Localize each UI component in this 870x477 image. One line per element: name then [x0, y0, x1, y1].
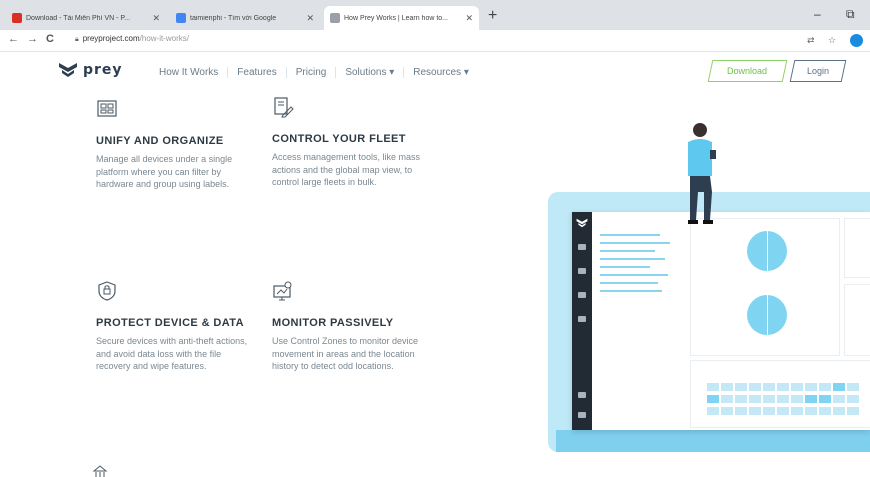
browser-tab-2[interactable]: taimienphi - Tìm với Google ✕: [170, 6, 320, 30]
url-field[interactable]: 🔒︎ preyproject.com/how-it-works/: [75, 34, 189, 44]
dashboard-charts-panel: [690, 218, 840, 356]
nav-features[interactable]: Features: [227, 67, 285, 78]
login-label: Login: [806, 66, 830, 76]
dashboard-side-panel: [844, 284, 870, 356]
shield-lock-icon: [98, 281, 116, 301]
download-label: Download: [727, 66, 768, 76]
profile-avatar[interactable]: [850, 34, 863, 47]
building-icon: [92, 465, 108, 477]
feature-title: PROTECT DEVICE & DATA: [96, 317, 244, 329]
monitor-location-icon: [273, 281, 292, 301]
url-host: preyproject.com: [82, 34, 140, 43]
maximize-button[interactable]: ⧉: [846, 7, 855, 22]
bookmark-star-icon[interactable]: ☆: [828, 35, 836, 46]
person-illustration: [688, 123, 716, 224]
prey-logo-icon: [59, 63, 77, 77]
nav-solutions[interactable]: Solutions ▾: [335, 67, 403, 78]
dashboard-illustration-base: [556, 430, 870, 452]
translate-icon[interactable]: ⇄: [807, 35, 815, 46]
sidebar-logout-icon: [578, 412, 586, 418]
browser-tab-bar: Download - Tải Miễn Phí VN - P... ✕ taim…: [0, 0, 870, 30]
prey-website: prey How It Works Features Pricing Solut…: [0, 52, 870, 477]
feature-unify: UNIFY AND ORGANIZE Manage all devices un…: [96, 98, 256, 191]
feature-text: Manage all devices under a single platfo…: [96, 154, 233, 189]
feature-title: MONITOR PASSIVELY: [272, 317, 394, 329]
back-button[interactable]: ←: [8, 33, 19, 45]
browser-tab-1[interactable]: Download - Tải Miễn Phí VN - P... ✕: [6, 6, 166, 30]
feature-monitor: MONITOR PASSIVELY Use Control Zones to m…: [272, 280, 432, 373]
address-bar: ← → C 🔒︎ preyproject.com/how-it-works/ ⇄ …: [0, 30, 870, 52]
taimienphi-favicon-icon: [12, 13, 22, 23]
logo-text: prey: [83, 62, 123, 78]
feature-control: CONTROL YOUR FLEET Access management too…: [272, 96, 432, 189]
dashboard-summary-list: [600, 220, 684, 360]
dashboard-sidebar: [572, 212, 592, 430]
tab-title: taimienphi - Tìm với Google: [190, 14, 277, 22]
dashboard-pie-chart: [747, 231, 787, 271]
sidebar-dashboard-icon: [578, 244, 586, 250]
dashboard-location-grid: [690, 360, 870, 428]
url-path: /how-it-works/: [139, 34, 189, 43]
prey-favicon-icon: [330, 13, 340, 23]
close-tab-icon[interactable]: ✕: [152, 13, 160, 24]
feature-text: Access management tools, like mass actio…: [272, 152, 421, 187]
feature-protect: PROTECT DEVICE & DATA Secure devices wit…: [96, 280, 256, 373]
forward-button[interactable]: →: [27, 33, 38, 45]
close-tab-icon[interactable]: ✕: [465, 13, 473, 24]
prey-logo[interactable]: prey: [58, 62, 123, 78]
browser-tab-3-active[interactable]: How Prey Works | Learn how to... ✕: [324, 6, 479, 30]
dashboard-illustration: [572, 212, 870, 430]
sidebar-user-icon: [578, 392, 586, 398]
nav-pricing[interactable]: Pricing: [285, 67, 336, 78]
sidebar-devices-icon: [578, 268, 586, 274]
dashboard-pie-chart: [747, 295, 787, 335]
sidebar-zones-icon: [578, 316, 586, 322]
google-favicon-icon: [176, 13, 186, 23]
feature-title: UNIFY AND ORGANIZE: [96, 135, 224, 147]
close-tab-icon[interactable]: ✕: [306, 13, 314, 24]
minimize-button[interactable]: –: [814, 7, 821, 21]
feature-text: Secure devices with anti-theft actions, …: [96, 336, 248, 371]
dashboard-side-panel: [844, 218, 870, 278]
feature-title: CONTROL YOUR FLEET: [272, 133, 406, 145]
prey-logo-icon: [576, 218, 588, 228]
tab-title: How Prey Works | Learn how to...: [344, 14, 449, 22]
nav-resources[interactable]: Resources ▾: [403, 67, 478, 78]
main-nav: How It Works Features Pricing Solutions …: [150, 67, 478, 78]
login-button[interactable]: Login: [789, 60, 847, 82]
document-pen-icon: [274, 97, 294, 118]
lock-icon: 🔒︎: [75, 36, 79, 43]
download-button[interactable]: Download: [707, 60, 788, 82]
device-grid-icon: [97, 100, 117, 117]
reload-button[interactable]: C: [46, 33, 54, 45]
sidebar-settings-icon: [578, 292, 586, 298]
tab-title: Download - Tải Miễn Phí VN - P...: [26, 14, 131, 22]
nav-how-it-works[interactable]: How It Works: [150, 67, 227, 78]
feature-text: Use Control Zones to monitor device move…: [272, 336, 419, 371]
new-tab-button[interactable]: +: [488, 8, 497, 24]
